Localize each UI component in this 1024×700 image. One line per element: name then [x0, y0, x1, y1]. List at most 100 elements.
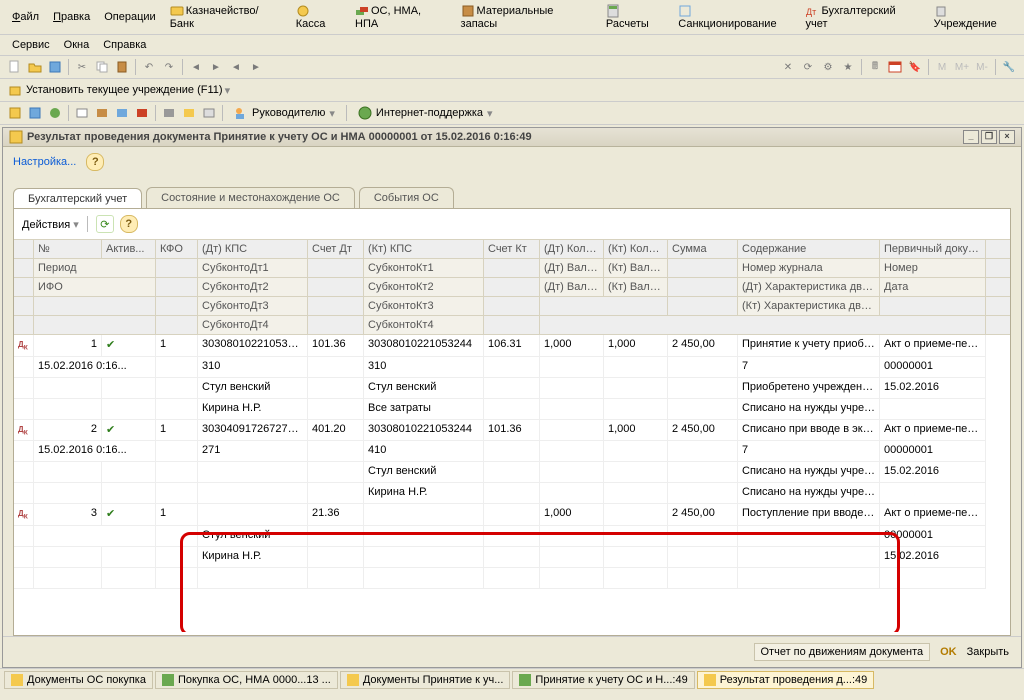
calc-icon[interactable]: 🖩 — [866, 58, 884, 76]
minimize-button[interactable]: _ — [963, 130, 979, 144]
action10-icon[interactable] — [200, 104, 218, 122]
task-item[interactable]: Документы ОС покупка — [4, 671, 153, 689]
table-row[interactable]: Стул венский 00000001 — [14, 526, 1010, 547]
task-item-active[interactable]: Результат проведения д...:49 — [697, 671, 875, 689]
menu-edit[interactable]: Правка — [47, 9, 96, 25]
table-row[interactable]: 15.02.2016 0:16... 310 310 700000001 — [14, 357, 1010, 378]
action5-icon[interactable] — [93, 104, 111, 122]
dropdown-caret-icon[interactable]: ▾ — [225, 84, 231, 97]
undo-icon[interactable]: ↶ — [140, 58, 158, 76]
settings-link[interactable]: Настройка... — [13, 156, 76, 168]
set-institution-label[interactable]: Установить текущее учреждение (F11) — [26, 84, 223, 96]
hdr-n[interactable]: № — [34, 240, 102, 258]
tab-buh[interactable]: Бухгалтерский учет — [13, 188, 142, 209]
table-row[interactable]: 15.02.2016 0:16... 271 410 700000001 — [14, 441, 1010, 462]
menu-os[interactable]: ОС, НМА, НПА — [349, 2, 453, 32]
action6-icon[interactable] — [113, 104, 131, 122]
action2-icon[interactable] — [26, 104, 44, 122]
bookmark-icon[interactable]: 🔖 — [906, 58, 924, 76]
open-icon[interactable] — [26, 58, 44, 76]
ruk-dropdown[interactable]: Руководителю▾ — [227, 104, 342, 122]
hdr-aktiv[interactable]: Актив... — [102, 240, 156, 258]
action9-icon[interactable] — [180, 104, 198, 122]
calendar-icon[interactable] — [886, 58, 904, 76]
settings-bar: Настройка... ? — [3, 147, 1021, 177]
maximize-button[interactable]: ❐ — [981, 130, 997, 144]
hdr-ktkol[interactable]: (Кт) Коли... — [604, 240, 668, 258]
menu-windows[interactable]: Окна — [58, 37, 96, 53]
institution-icon[interactable] — [6, 81, 24, 99]
paste-icon[interactable] — [113, 58, 131, 76]
menu-matzapasy[interactable]: Материальные запасы — [455, 2, 598, 32]
report-button[interactable]: Отчет по движениям документа — [754, 643, 931, 661]
nav-fwd2-icon[interactable]: ► — [247, 58, 265, 76]
gear-icon[interactable]: ⚙ — [819, 58, 837, 76]
menu-kassa[interactable]: Касса — [290, 2, 347, 32]
menu-file[interactable]: Файл — [6, 9, 45, 25]
wrench-icon[interactable]: 🔧 — [1000, 58, 1018, 76]
close-button[interactable]: × — [999, 130, 1015, 144]
menu-treasury[interactable]: Казначейство/Банк — [164, 2, 288, 32]
hdr-summa[interactable]: Сумма — [668, 240, 738, 258]
action1-icon[interactable] — [6, 104, 24, 122]
header-row1: № Актив... КФО (Дт) КПС Счет Дт (Кт) КПС… — [14, 240, 1010, 259]
table-row[interactable]: Стул венский Списано на нужды учреж...15… — [14, 462, 1010, 483]
menu-calc[interactable]: Расчеты — [600, 2, 670, 32]
redo-icon[interactable]: ↷ — [160, 58, 178, 76]
ok-button[interactable]: OK — [940, 646, 957, 658]
reload-icon[interactable]: ⟳ — [799, 58, 817, 76]
table-row[interactable]: Кирина Н.Р. Списано на нужды учреждения — [14, 483, 1010, 504]
menu-buh[interactable]: ДтБухгалтерский учет — [800, 2, 926, 32]
menu-sankc[interactable]: Санкционирование — [672, 2, 797, 32]
menu-help[interactable]: Справка — [97, 37, 152, 53]
table-row[interactable]: ДК1✔130308010221053244101.36303080102210… — [14, 335, 1010, 357]
help-icon-2[interactable]: ? — [120, 215, 138, 233]
action3-icon[interactable] — [46, 104, 64, 122]
hdr-sod[interactable]: Содержание — [738, 240, 880, 258]
hdr-schdt[interactable]: Счет Дт — [308, 240, 364, 258]
cut-icon[interactable]: ✂ — [73, 58, 91, 76]
task-item[interactable]: Принятие к учету ОС и Н...:49 — [512, 671, 694, 689]
save-icon[interactable] — [46, 58, 64, 76]
table-row[interactable]: Стул венский Стул венский Приобретено уч… — [14, 378, 1010, 399]
hdr-kfo[interactable]: КФО — [156, 240, 198, 258]
tab-sost[interactable]: Состояние и местонахождение ОС — [146, 187, 355, 208]
menu-operations[interactable]: Операции — [98, 9, 161, 25]
table-row[interactable]: ДК2✔130304091726727244401.20303080102210… — [14, 420, 1010, 442]
titlebar: Результат проведения документа Принятие … — [3, 128, 1021, 147]
hdr-dtkps[interactable]: (Дт) КПС — [198, 240, 308, 258]
task-item[interactable]: Документы Принятие к уч... — [340, 671, 511, 689]
inet-dropdown[interactable]: Интернет-поддержка▾ — [351, 104, 500, 122]
copy-icon[interactable] — [93, 58, 111, 76]
close-doc-icon[interactable]: ✕ — [779, 58, 797, 76]
star-icon[interactable]: ★ — [839, 58, 857, 76]
refresh-icon[interactable]: ⟳ — [96, 215, 114, 233]
grid: № Актив... КФО (Дт) КПС Счет Дт (Кт) КПС… — [14, 239, 1010, 632]
nav-fwd-icon[interactable]: ► — [207, 58, 225, 76]
toolbar-icons2: Руководителю▾ Интернет-поддержка▾ — [0, 102, 1024, 125]
menu-service[interactable]: Сервис — [6, 37, 56, 53]
help-icon[interactable]: ? — [86, 153, 104, 171]
hdr-schkt[interactable]: Счет Кт — [484, 240, 540, 258]
table-row[interactable] — [14, 568, 1010, 589]
actions-dropdown[interactable]: Действия ▾ — [22, 218, 79, 231]
table-row[interactable]: ДК3✔1 21.36 1,0002 450,00Поступление при… — [14, 504, 1010, 526]
close-link[interactable]: Закрыть — [967, 646, 1009, 658]
nav-back2-icon[interactable]: ◄ — [227, 58, 245, 76]
tab-events[interactable]: События ОС — [359, 187, 454, 208]
action8-icon[interactable] — [160, 104, 178, 122]
table-row[interactable]: Кирина Н.Р. 15.02.2016 — [14, 547, 1010, 568]
table-row[interactable]: Кирина Н.Р. Все затраты Списано на нужды… — [14, 399, 1010, 420]
hdr-ktkps[interactable]: (Кт) КПС — [364, 240, 484, 258]
m-minus[interactable]: M- — [973, 58, 991, 76]
nav-back-icon[interactable]: ◄ — [187, 58, 205, 76]
action4-icon[interactable] — [73, 104, 91, 122]
task-item[interactable]: Покупка ОС, НМА 0000...13 ... — [155, 671, 338, 689]
new-icon[interactable] — [6, 58, 24, 76]
hdr-dtkol[interactable]: (Дт) Коли... — [540, 240, 604, 258]
hdr-perv[interactable]: Первичный документ — [880, 240, 986, 258]
menu-uchr[interactable]: Учреждение — [928, 2, 1018, 32]
m-plus[interactable]: M+ — [953, 58, 971, 76]
action7-icon[interactable] — [133, 104, 151, 122]
svg-text:Дт: Дт — [806, 7, 816, 17]
